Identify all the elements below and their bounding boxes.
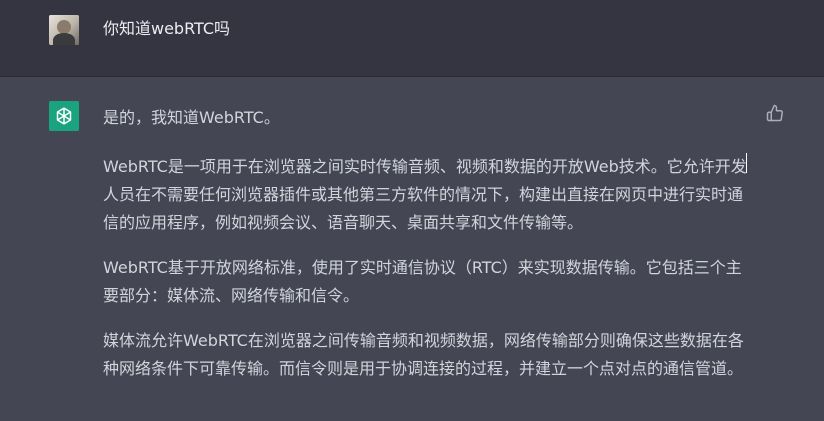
text-cursor xyxy=(746,153,747,173)
thumbs-up-icon[interactable] xyxy=(766,104,784,122)
openai-logo-icon xyxy=(49,101,79,131)
assistant-message: 是的，我知道WebRTC。 WebRTC是一项用于在浏览器之间实时传输音频、视频… xyxy=(103,104,753,400)
assistant-paragraph: 媒体流允许WebRTC在浏览器之间传输音频和视频数据，网络传输部分则确保这些数据… xyxy=(103,331,744,378)
user-message-row: 你知道webRTC吗 xyxy=(0,0,824,77)
assistant-paragraph: WebRTC是一项用于在浏览器之间实时传输音频、视频和数据的开放Web技术。它允… xyxy=(103,157,747,232)
assistant-paragraph: WebRTC基于开放网络标准，使用了实时通信协议（RTC）来实现数据传输。它包括… xyxy=(103,258,742,305)
assistant-paragraph: 是的，我知道WebRTC。 xyxy=(103,108,280,127)
chat-page: 你知道webRTC吗 是的，我知道WebRTC。 WebRTC是一项用于在浏览器… xyxy=(0,0,824,421)
user-message-text: 你知道webRTC吗 xyxy=(103,19,231,38)
user-avatar xyxy=(49,15,79,45)
